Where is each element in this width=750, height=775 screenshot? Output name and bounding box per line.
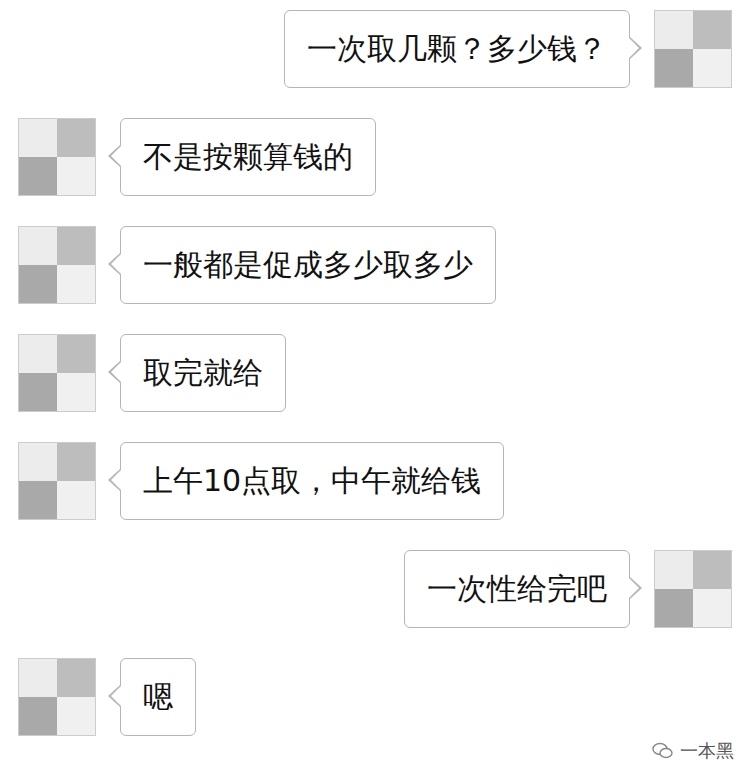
avatar-icon[interactable] [18,226,96,304]
message-bubble[interactable]: 一般都是促成多少取多少 [120,226,496,304]
avatar-icon[interactable] [654,550,732,628]
message-bubble[interactable]: 取完就给 [120,334,286,412]
watermark: 一本黑 [648,737,738,765]
message-bubble[interactable]: 一次取几颗？多少钱？ [284,10,630,88]
chat-screen: 一次取几颗？多少钱？ 不是按颗算钱的一般都是促成多少取多少取完就给上午10点取，中… [0,0,750,775]
message-row: 一次取几颗？多少钱？ [18,10,732,88]
message-row: 一般都是促成多少取多少 [18,226,732,304]
avatar-icon[interactable] [18,442,96,520]
wechat-icon [652,742,674,760]
message-row: 嗯 [18,658,732,736]
avatar-icon[interactable] [18,118,96,196]
message-bubble[interactable]: 嗯 [120,658,196,736]
avatar-icon[interactable] [18,658,96,736]
message-row: 不是按颗算钱的 [18,118,732,196]
message-row: 上午10点取，中午就给钱 [18,442,732,520]
avatar-icon[interactable] [654,10,732,88]
avatar-icon[interactable] [18,334,96,412]
message-bubble[interactable]: 上午10点取，中午就给钱 [120,442,504,520]
message-bubble[interactable]: 不是按颗算钱的 [120,118,376,196]
message-bubble[interactable]: 一次性给完吧 [404,550,630,628]
message-row: 取完就给 [18,334,732,412]
message-row: 一次性给完吧 [18,550,732,628]
